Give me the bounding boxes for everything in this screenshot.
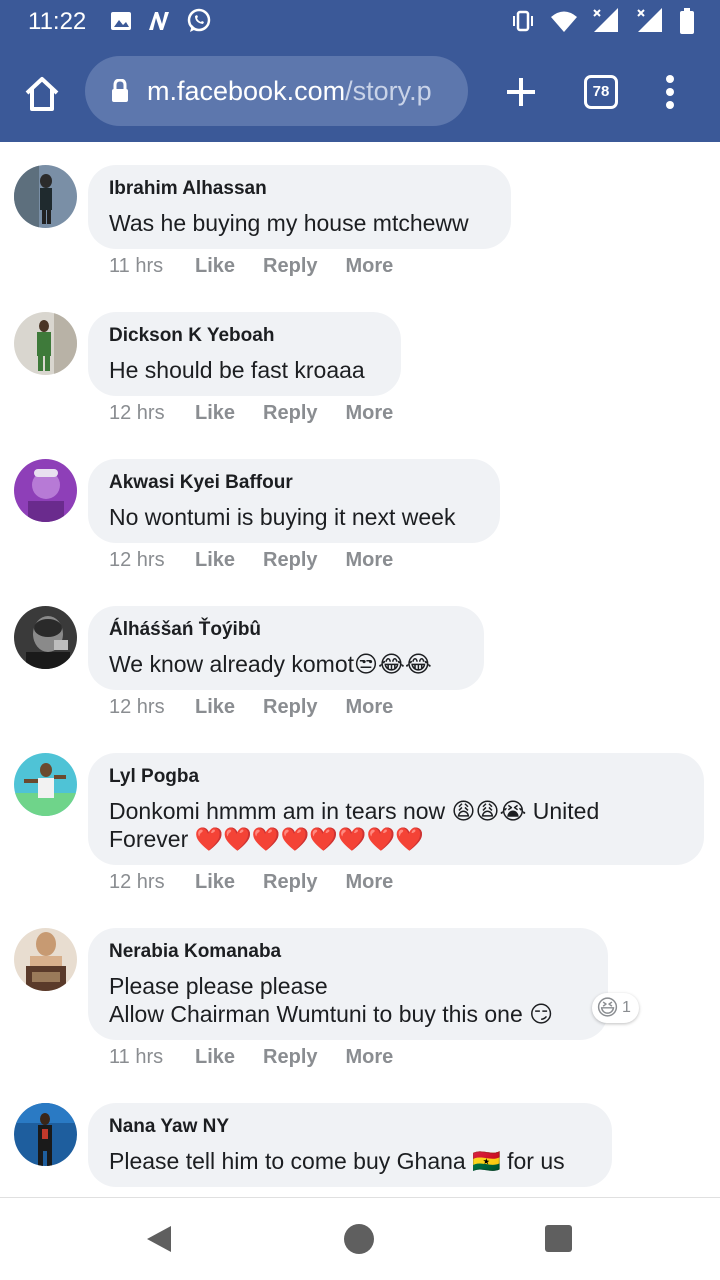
nfc-icon: [149, 12, 169, 30]
comment-author[interactable]: Nerabia Komanaba: [109, 940, 588, 964]
comment-text: He should be fast kroaaa: [109, 357, 365, 383]
comment-actions: 12 hrs Like Reply More: [109, 871, 421, 894]
comment-text: No wontumi is buying it next week: [109, 504, 456, 530]
comment-bubble: Lyl Pogba Donkomi hmmm am in tears now 😩…: [88, 753, 704, 865]
like-button[interactable]: Like: [195, 696, 235, 719]
comment-time[interactable]: 11 hrs: [109, 1046, 195, 1069]
comment-text: Donkomi hmmm am in tears now 😩😩😭 United …: [109, 798, 600, 852]
avatar[interactable]: [14, 312, 77, 375]
signal-icon: [637, 8, 662, 32]
status-time: 11:22: [28, 8, 87, 35]
overflow-menu-icon[interactable]: [660, 74, 680, 110]
like-button[interactable]: Like: [195, 255, 235, 278]
avatar[interactable]: [14, 459, 77, 522]
comment-actions: 11 hrs Like Reply More: [109, 1046, 421, 1069]
image-icon: [111, 12, 131, 30]
tab-switcher-button[interactable]: 78: [584, 75, 618, 109]
comment-actions: 12 hrs Like Reply More: [109, 549, 421, 572]
reply-button[interactable]: Reply: [263, 871, 317, 894]
more-button[interactable]: More: [346, 549, 394, 572]
battery-icon: [680, 8, 694, 34]
avatar[interactable]: [14, 1103, 77, 1166]
avatar[interactable]: [14, 165, 77, 228]
more-button[interactable]: More: [346, 1046, 394, 1069]
reaction-summary[interactable]: 😆 1: [592, 993, 639, 1023]
wifi-icon: [551, 11, 577, 32]
vibrate-icon: [513, 10, 533, 32]
comment-author[interactable]: Nana Yaw NY: [109, 1115, 592, 1139]
comment-text: Please tell him to come buy Ghana 🇬🇭 for…: [109, 1148, 565, 1174]
avatar[interactable]: [14, 753, 77, 816]
lock-icon: [112, 79, 128, 102]
comment-time[interactable]: 12 hrs: [109, 549, 195, 572]
new-tab-icon[interactable]: [505, 76, 537, 108]
like-button[interactable]: Like: [195, 871, 235, 894]
status-bar: 11:22: [0, 0, 720, 42]
reply-button[interactable]: Reply: [263, 402, 317, 425]
laughing-reaction-icon: 😆: [596, 995, 619, 1020]
comment-time[interactable]: 12 hrs: [109, 871, 195, 894]
comment-text: Was he buying my house mtcheww: [109, 210, 469, 236]
comment-actions: 12 hrs Like Reply More: [109, 696, 421, 719]
comment-bubble: Akwasi Kyei Baffour No wontumi is buying…: [88, 459, 500, 543]
comment-author[interactable]: Ibrahim Alhassan: [109, 177, 491, 201]
more-button[interactable]: More: [346, 255, 394, 278]
reply-button[interactable]: Reply: [263, 696, 317, 719]
comment-author[interactable]: Álháśšań Ťoýibû: [109, 618, 464, 642]
url-host: m.facebook.com: [147, 76, 346, 106]
browser-toolbar: m.facebook.com/story.p 78: [0, 42, 720, 142]
comments-list: Ibrahim Alhassan Was he buying my house …: [0, 142, 720, 1197]
url-path: /story.p: [345, 76, 432, 106]
comment-bubble: Nana Yaw NY Please tell him to come buy …: [88, 1103, 612, 1187]
more-button[interactable]: More: [346, 871, 394, 894]
comment-author[interactable]: Akwasi Kyei Baffour: [109, 471, 480, 495]
comment-time[interactable]: 11 hrs: [109, 255, 195, 278]
comment-author[interactable]: Dickson K Yeboah: [109, 324, 381, 348]
comment-actions: 12 hrs Like Reply More: [109, 402, 421, 425]
reply-button[interactable]: Reply: [263, 1046, 317, 1069]
like-button[interactable]: Like: [195, 549, 235, 572]
more-button[interactable]: More: [346, 696, 394, 719]
comment-author[interactable]: Lyl Pogba: [109, 765, 684, 789]
avatar[interactable]: [14, 928, 77, 991]
comment-text: Please please please Allow Chairman Wumt…: [109, 973, 554, 1027]
recents-icon[interactable]: [545, 1225, 572, 1252]
more-button[interactable]: More: [346, 402, 394, 425]
address-bar[interactable]: m.facebook.com/story.p: [85, 56, 468, 126]
comment-bubble: Ibrahim Alhassan Was he buying my house …: [88, 165, 511, 249]
signal-icon: [593, 8, 618, 32]
home-nav-icon[interactable]: [344, 1224, 374, 1254]
comment-bubble: Nerabia Komanaba Please please please Al…: [88, 928, 608, 1040]
like-button[interactable]: Like: [195, 402, 235, 425]
like-button[interactable]: Like: [195, 1046, 235, 1069]
url-text: m.facebook.com/story.p: [147, 76, 452, 107]
comment-bubble: Dickson K Yeboah He should be fast kroaa…: [88, 312, 401, 396]
comment-text: We know already komot😒😂😂: [109, 651, 432, 677]
reply-button[interactable]: Reply: [263, 255, 317, 278]
home-icon[interactable]: [22, 74, 62, 114]
comment-actions: 11 hrs Like Reply More: [109, 255, 421, 278]
back-icon[interactable]: [145, 1224, 173, 1254]
whatsapp-icon: [187, 8, 211, 32]
system-nav-bar: [0, 1197, 720, 1280]
comment-bubble: Álháśšań Ťoýibû We know already komot😒😂😂: [88, 606, 484, 690]
reaction-count: 1: [621, 999, 631, 1016]
reply-button[interactable]: Reply: [263, 549, 317, 572]
avatar[interactable]: [14, 606, 77, 669]
comment-time[interactable]: 12 hrs: [109, 402, 195, 425]
comment-time[interactable]: 12 hrs: [109, 696, 195, 719]
